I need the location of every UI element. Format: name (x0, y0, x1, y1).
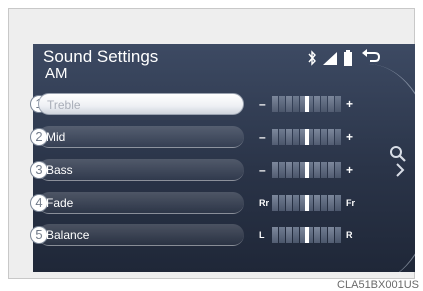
back-arrow-icon[interactable] (362, 48, 380, 64)
slider-marker[interactable] (305, 227, 309, 243)
increase-label[interactable]: + (346, 130, 353, 144)
slider-segment (279, 227, 285, 243)
slider-segment (314, 195, 320, 211)
slider-segment (279, 195, 285, 211)
slider-segment (286, 227, 292, 243)
slider-segment (321, 227, 327, 243)
slider-segment (286, 162, 292, 178)
slider-segment (293, 129, 299, 145)
slider-segment (335, 227, 341, 243)
slider-segment (272, 195, 278, 211)
slider-segment (272, 162, 278, 178)
slider-segment (279, 129, 285, 145)
slider-segment (279, 162, 285, 178)
slider-segment (314, 227, 320, 243)
slider-segment (293, 96, 299, 112)
setting-item-bass[interactable]: Bass (38, 159, 244, 181)
zoom-scroll-icon[interactable] (389, 145, 407, 163)
decrease-label[interactable]: – (259, 97, 266, 111)
decrease-label[interactable]: L (259, 228, 265, 242)
slider-segment (335, 129, 341, 145)
slider-segment (321, 195, 327, 211)
slider-segment (328, 227, 334, 243)
slider-segment (286, 96, 292, 112)
slider-segment (272, 96, 278, 112)
decrease-label[interactable]: Rr (259, 196, 269, 210)
increase-label[interactable]: R (346, 228, 353, 242)
slider-segment (321, 162, 327, 178)
slider-segment (279, 96, 285, 112)
slider-segment (314, 129, 320, 145)
slider-segment (272, 227, 278, 243)
slider-segment (293, 227, 299, 243)
slider-marker[interactable] (305, 96, 309, 112)
slider-segment (293, 162, 299, 178)
slider-segment (328, 162, 334, 178)
decrease-label[interactable]: – (259, 163, 266, 177)
slider-segment (272, 129, 278, 145)
slider-segment (314, 96, 320, 112)
setting-item-balance[interactable]: Balance (38, 224, 244, 246)
page-title: Sound Settings (43, 47, 159, 66)
slider-marker[interactable] (305, 129, 309, 145)
slider-segment (328, 96, 334, 112)
decrease-label[interactable]: – (259, 130, 266, 144)
source-label: AM (45, 65, 68, 82)
slider-segment (286, 129, 292, 145)
increase-label[interactable]: + (346, 163, 353, 177)
slider-segment (328, 195, 334, 211)
slider-segment (286, 195, 292, 211)
increase-label[interactable]: Fr (346, 196, 355, 210)
setting-item-treble[interactable]: Treble (38, 93, 244, 115)
slider-segment (321, 96, 327, 112)
slider-segment (328, 129, 334, 145)
slider-segment (321, 129, 327, 145)
slider-segment (293, 195, 299, 211)
increase-label[interactable]: + (346, 97, 353, 111)
slider-marker[interactable] (305, 162, 309, 178)
setting-item-fade[interactable]: Fade (38, 192, 244, 214)
figure-caption: CLA51BX001US (337, 279, 419, 291)
slider-segment (335, 162, 341, 178)
setting-item-mid[interactable]: Mid (38, 126, 244, 148)
chevron-right-icon[interactable] (395, 163, 405, 177)
slider-segment (314, 162, 320, 178)
slider-segment (335, 195, 341, 211)
slider-marker[interactable] (305, 195, 309, 211)
slider-segment (335, 96, 341, 112)
